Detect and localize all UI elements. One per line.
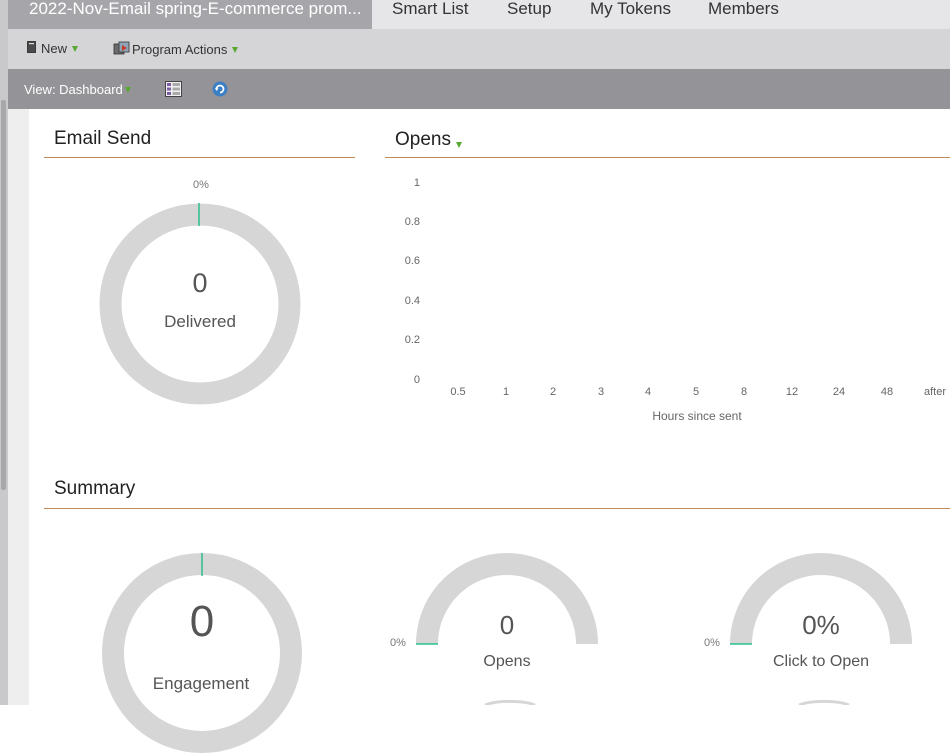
summary-divider <box>44 508 950 509</box>
tab-smart-list[interactable]: Smart List <box>392 0 469 18</box>
engagement-count: 0 <box>189 597 215 646</box>
y-tick-0.8: 0.8 <box>404 216 420 228</box>
chevron-down-icon <box>456 142 462 148</box>
tab-setup[interactable]: Setup <box>507 0 551 18</box>
delivered-donut <box>99 203 301 405</box>
email-send-title: Email Send <box>54 128 152 149</box>
view-bar: View: Dashboard <box>8 69 950 109</box>
x-tick-24: 24 <box>832 386 846 398</box>
tab-members[interactable]: Members <box>708 0 779 18</box>
left-edge-panel <box>0 0 8 705</box>
program-actions-label: Program Actions <box>132 42 228 57</box>
x-tick-2: 2 <box>549 386 557 398</box>
new-button-label: New <box>41 41 68 56</box>
x-tick-1: 1 <box>502 386 510 398</box>
y-tick-0.4: 0.4 <box>404 295 420 307</box>
engagement-label: Engagement <box>152 674 250 693</box>
y-tick-0.2: 0.2 <box>404 334 420 346</box>
x-tick-5: 5 <box>692 386 700 398</box>
x-tick-12: 12 <box>785 386 799 398</box>
x-tick-8: 8 <box>740 386 748 398</box>
email-send-divider <box>44 157 355 158</box>
left-scrollbar[interactable] <box>1 100 6 490</box>
x-axis-label: Hours since sent <box>652 409 742 423</box>
click-to-open-label: Click to Open <box>772 653 870 670</box>
opens-chart-divider <box>385 157 950 158</box>
dashboard-gutter <box>8 109 29 705</box>
click-to-open-gauge-percent: 0% <box>704 637 720 649</box>
toolbar: New Program Actions <box>8 29 950 69</box>
x-tick-48: 48 <box>880 386 894 398</box>
y-tick-0: 0 <box>413 374 420 386</box>
summary-title: Summary <box>54 478 136 499</box>
new-document-icon <box>26 41 37 56</box>
delivered-count: 0 <box>192 268 208 298</box>
clipped-gauge-top <box>798 700 850 705</box>
opens-chart-title: Opens <box>395 129 451 150</box>
grid-view-icon[interactable] <box>165 81 182 102</box>
opens-label: Opens <box>483 653 531 670</box>
x-tick-4: 4 <box>644 386 652 398</box>
view-dashboard-label: View: Dashboard <box>24 82 123 97</box>
opens-gauge-percent: 0% <box>390 637 406 649</box>
tab-bar: 2022-Nov-Email spring-E-commerce prom...… <box>8 0 950 29</box>
tab-program-title[interactable]: 2022-Nov-Email spring-E-commerce prom... <box>8 0 372 29</box>
x-tick-0.5: 0.5 <box>450 386 466 398</box>
program-actions-button[interactable]: Program Actions <box>113 41 239 58</box>
clipped-gauge-top <box>484 700 536 705</box>
chevron-down-icon <box>124 86 131 93</box>
engagement-ring <box>102 553 302 753</box>
chevron-down-icon <box>232 46 239 53</box>
refresh-icon[interactable] <box>212 81 228 102</box>
y-tick-1: 1 <box>413 177 420 189</box>
new-button[interactable]: New <box>26 41 79 56</box>
tab-my-tokens[interactable]: My Tokens <box>590 0 671 18</box>
y-tick-0.6: 0.6 <box>404 255 420 267</box>
opens-dropdown[interactable] <box>456 135 462 153</box>
view-dashboard-dropdown[interactable]: View: Dashboard <box>24 82 131 97</box>
email-send-percent: 0% <box>193 179 209 191</box>
click-to-open-count: 0% <box>802 610 840 640</box>
program-actions-icon <box>113 41 130 58</box>
x-tick-after: after <box>923 386 946 398</box>
chevron-down-icon <box>72 45 79 52</box>
engagement-donut <box>102 553 302 753</box>
delivered-label: Delivered <box>164 312 236 331</box>
x-tick-3: 3 <box>597 386 605 398</box>
tab-program-title-label: 2022-Nov-Email spring-E-commerce prom... <box>29 0 362 18</box>
delivered-ring <box>99 203 301 405</box>
opens-count: 0 <box>499 610 515 640</box>
